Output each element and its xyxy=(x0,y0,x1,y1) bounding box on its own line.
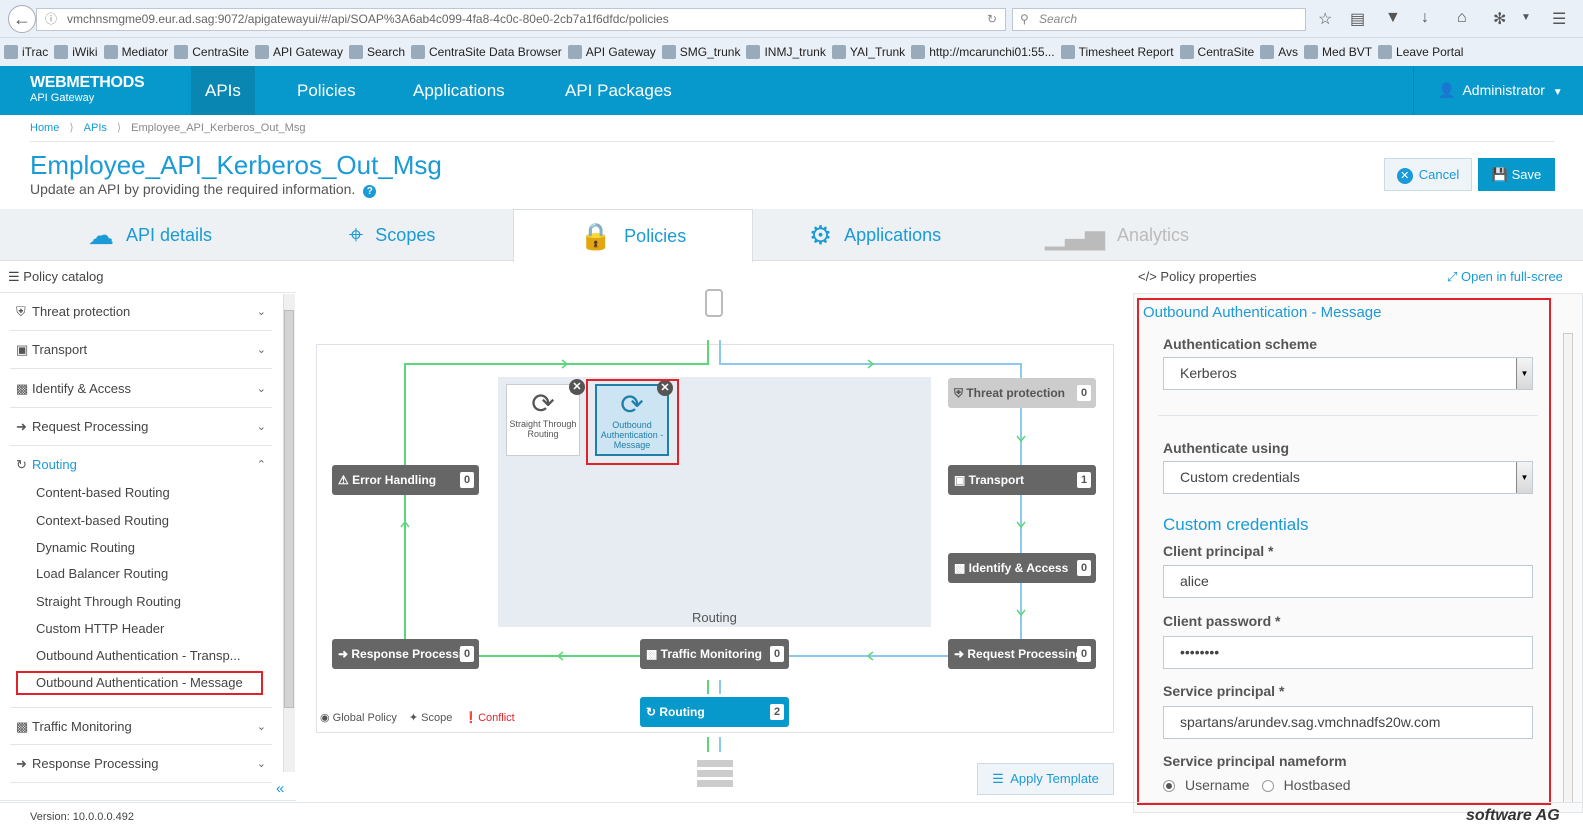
radio-hostbased[interactable]: Hostbased xyxy=(1261,777,1351,793)
stage-count: 0 xyxy=(1077,646,1091,662)
selection-highlight xyxy=(586,379,679,465)
legend-global-policy: ◉ Global Policy xyxy=(320,712,397,724)
dropdown-arrow-icon[interactable]: ▼ xyxy=(1516,462,1532,493)
stage-count: 1 xyxy=(1077,472,1091,488)
stage-request-processing[interactable]: ➜ Request Processing 0 xyxy=(948,639,1096,669)
policy-title: Outbound Authentication - Message xyxy=(1143,304,1382,321)
stage-label: Response Processi... xyxy=(351,647,473,661)
radio-username[interactable]: Username xyxy=(1163,777,1250,793)
properties-title: Policy properties xyxy=(1160,269,1257,284)
stage-label: Routing xyxy=(659,705,705,719)
service-principal-input[interactable]: spartans/arundev.sag.vmchnadfs20w.com xyxy=(1163,706,1533,739)
auth-scheme-select[interactable]: Kerberos ▼ xyxy=(1163,357,1533,390)
stage-count: 0 xyxy=(1077,385,1091,401)
nameform-radio-group: Username Hostbased xyxy=(1163,777,1351,793)
remove-icon[interactable]: ✕ xyxy=(569,379,585,395)
client-password-input[interactable]: •••••••• xyxy=(1163,636,1533,669)
stage-response-processing[interactable]: ➜ Response Processi... 0 xyxy=(332,639,479,669)
auth-scheme-label: Authentication scheme xyxy=(1163,336,1318,352)
radio-button[interactable] xyxy=(1163,780,1175,793)
card-label: Straight Through Routing xyxy=(509,419,577,439)
version-text: Version: 10.0.0.0.492 xyxy=(30,811,134,823)
auth-using-label: Authenticate using xyxy=(1163,440,1290,456)
stage-count: 0 xyxy=(460,472,474,488)
client-password-label: Client password * xyxy=(1163,613,1281,629)
stage-label: Traffic Monitoring xyxy=(660,647,762,661)
stage-label: Transport xyxy=(968,473,1025,487)
server-icon xyxy=(697,760,733,787)
open-fullscreen-link[interactable]: ⤢ Open in full-scree xyxy=(1447,269,1563,285)
legend-conflict: ❗Conflict xyxy=(464,712,515,724)
divider xyxy=(1158,415,1538,416)
nameform-label: Service principal nameform xyxy=(1163,753,1347,769)
expand-icon: ⤢ xyxy=(1447,269,1458,284)
stage-count: 0 xyxy=(460,646,474,662)
legend-scope: ✦ Scope xyxy=(408,712,453,724)
stage-count: 2 xyxy=(770,704,784,720)
stage-count: 0 xyxy=(770,646,784,662)
client-principal-label: Client principal * xyxy=(1163,543,1274,559)
code-icon: </> xyxy=(1138,269,1157,284)
refresh-icon: ⟳ xyxy=(531,388,555,419)
policy-card-straight-through-routing[interactable]: ⟳ Straight Through Routing ✕ xyxy=(506,379,585,456)
stage-count: 0 xyxy=(1077,560,1091,576)
mobile-client-icon xyxy=(705,289,723,317)
alert-icon: ❗ xyxy=(464,712,479,724)
policy-properties-header: </> Policy properties xyxy=(1138,269,1257,284)
stage-label: Request Processing xyxy=(967,647,1083,661)
stage-traffic-monitoring[interactable]: ▩ Traffic Monitoring 0 xyxy=(640,639,789,669)
software-ag-logo: software AG xyxy=(1466,807,1560,824)
apply-template-button[interactable]: ☰ Apply Template xyxy=(977,763,1114,795)
custom-credentials-heading: Custom credentials xyxy=(1163,515,1309,534)
dropdown-arrow-icon[interactable]: ▼ xyxy=(1516,358,1532,389)
service-principal-label: Service principal * xyxy=(1163,683,1285,699)
stage-error-handling[interactable]: ⚠ Error Handling 0 xyxy=(332,465,479,495)
list-icon: ☰ xyxy=(992,771,1004,786)
scrollbar[interactable] xyxy=(1563,333,1573,803)
stage-label: Identify & Access xyxy=(968,561,1069,575)
fullscreen-label: Open in full-scree xyxy=(1461,269,1563,284)
apply-template-label: Apply Template xyxy=(1010,771,1099,786)
crosshair-icon: ✦ xyxy=(408,712,419,724)
globe-icon: ◉ xyxy=(320,712,330,724)
stage-transport[interactable]: ▣ Transport 1 xyxy=(948,465,1096,495)
stage-routing[interactable]: ↻ Routing 2 xyxy=(640,697,789,727)
stage-label: Threat protection xyxy=(966,386,1066,400)
auth-using-select[interactable]: Custom credentials ▼ xyxy=(1163,461,1533,494)
stage-threat-protection[interactable]: ⛨ Threat protection 0 xyxy=(948,378,1096,408)
stage-identify-access[interactable]: ▩ Identify & Access 0 xyxy=(948,553,1096,583)
client-principal-input[interactable]: alice xyxy=(1163,565,1533,598)
radio-button[interactable] xyxy=(1261,780,1274,793)
divider xyxy=(0,802,1583,803)
stage-label: Error Handling xyxy=(352,473,437,487)
canvas-legend: ◉ Global Policy ✦ Scope ❗Conflict xyxy=(320,711,515,724)
